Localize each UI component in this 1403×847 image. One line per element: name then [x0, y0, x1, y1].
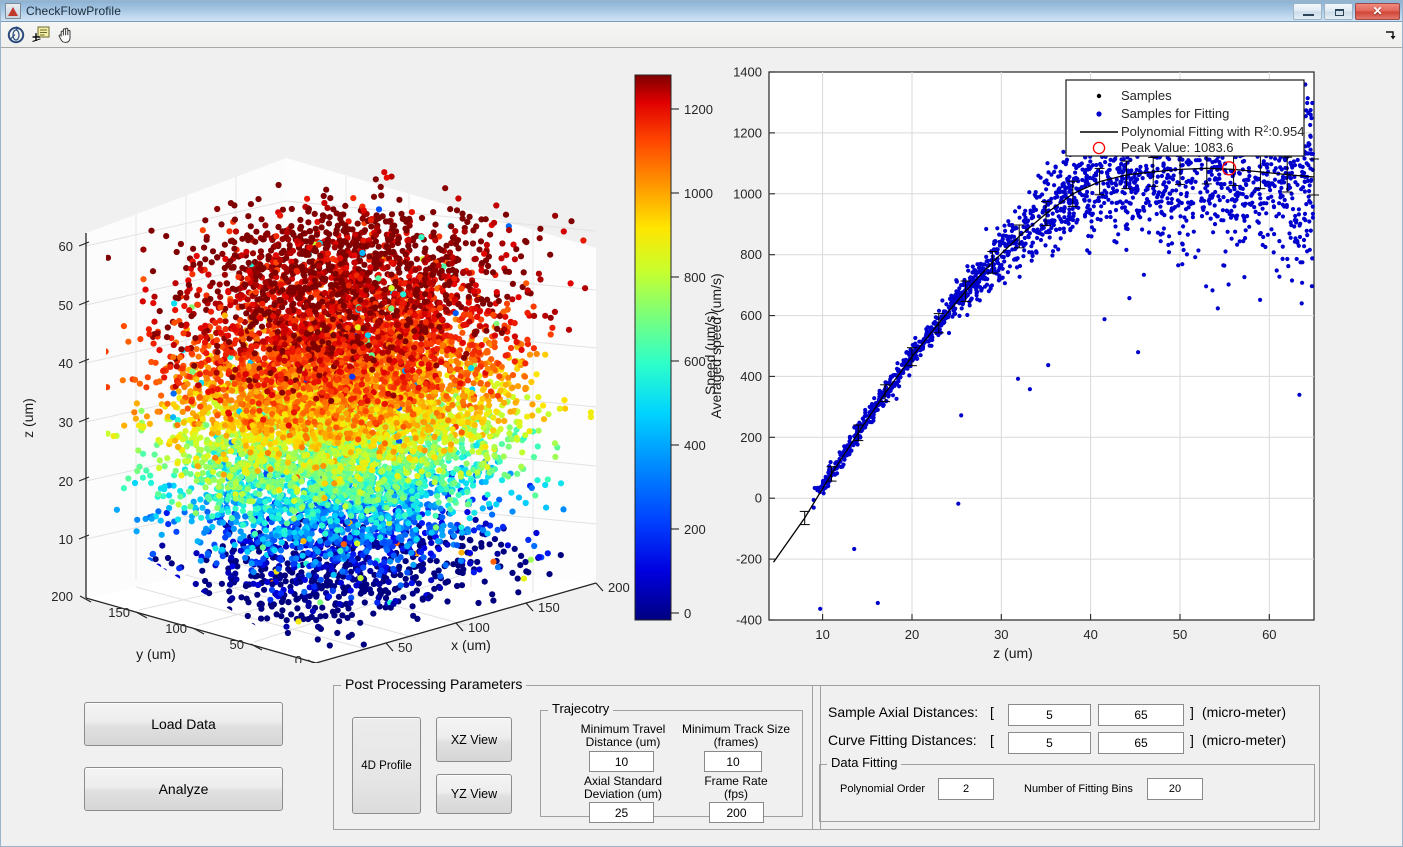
- sample-axial-unit: (micro-meter): [1202, 706, 1286, 719]
- profile-4d-label: 4D Profile: [361, 760, 412, 772]
- sample-bracket-open: [: [990, 706, 994, 719]
- axial-standard-deviation-label: Axial Standard Deviation (um): [567, 775, 679, 801]
- frame-rate-value: 200: [726, 806, 746, 820]
- minimum-travel-distance-input[interactable]: 10: [589, 751, 654, 772]
- window-title: CheckFlowProfile: [26, 4, 121, 18]
- curve-bracket-open: [: [990, 734, 994, 747]
- data-fitting-panel: Data Fitting Polynomial Order 2 Number o…: [819, 764, 1315, 822]
- curve-fitting-min-input[interactable]: 5: [1008, 732, 1091, 754]
- curve-fitting-unit: (micro-meter): [1202, 734, 1286, 747]
- speed-vs-z-chart[interactable]: 102030405060-400-20002004006008001000120…: [701, 58, 1341, 678]
- matlab-icon: [5, 3, 21, 19]
- sample-axial-min-value: 5: [1046, 708, 1053, 722]
- legend-label-samples-fitting: Samples for Fitting: [1121, 106, 1229, 121]
- legend-label-samples: Samples: [1121, 88, 1172, 103]
- axial-standard-deviation-value: 25: [615, 806, 628, 820]
- sample-axial-max-input[interactable]: 65: [1098, 704, 1184, 726]
- minimum-track-size-value: 10: [726, 755, 739, 769]
- sample-bracket-close: ]: [1190, 706, 1194, 719]
- minimize-icon: [1303, 14, 1314, 16]
- load-data-button[interactable]: Load Data: [84, 702, 283, 746]
- maximize-icon: [1335, 9, 1344, 16]
- client-area: 10 20 30 40 50 60 z (um): [1, 48, 1403, 847]
- rotate-3d-icon[interactable]: [4, 23, 28, 46]
- profile-3d-chart[interactable]: 10 20 30 40 50 60 z (um): [11, 63, 631, 653]
- polynomial-order-value: 2: [963, 783, 969, 795]
- toolbar: [1, 22, 1403, 48]
- post-processing-title: Post Processing Parameters: [341, 676, 526, 692]
- axial-standard-deviation-input[interactable]: 25: [589, 802, 654, 823]
- profile-4d-button[interactable]: 4D Profile: [352, 717, 421, 814]
- xz-view-label: XZ View: [451, 733, 497, 747]
- analyze-label: Analyze: [159, 781, 209, 797]
- polynomial-order-label: Polynomial Order: [840, 783, 925, 796]
- fitting-bins-input[interactable]: 20: [1147, 778, 1203, 800]
- pan-hand-icon[interactable]: [54, 23, 78, 46]
- frame-rate-label: Frame Rate (fps): [681, 775, 791, 801]
- post-processing-panel: Post Processing Parameters 4D Profile XZ…: [333, 685, 821, 830]
- application-window: CheckFlowProfile ✕: [0, 0, 1403, 847]
- minimum-travel-distance-label: Minimum Travel Distance (um): [567, 723, 679, 749]
- minimum-track-size-label: Minimum Track Size (frames): [675, 723, 797, 749]
- data-cursor-icon[interactable]: [29, 23, 53, 46]
- trajectory-panel: Trajecotry Minimum Travel Distance (um) …: [540, 710, 803, 817]
- y-axis-title: Averaged speed (um/s): [708, 273, 724, 418]
- window-controls: ✕: [1293, 3, 1400, 20]
- xz-view-button[interactable]: XZ View: [436, 717, 512, 762]
- fitting-bins-label: Number of Fitting Bins: [1024, 783, 1133, 796]
- close-button[interactable]: ✕: [1355, 3, 1400, 20]
- toolbar-overflow-icon[interactable]: [1382, 26, 1400, 44]
- trajectory-title: Trajecotry: [548, 701, 613, 716]
- curve-fitting-distances-label: Curve Fitting Distances:: [828, 734, 977, 747]
- polynomial-order-input[interactable]: 2: [938, 778, 994, 800]
- sample-axial-min-input[interactable]: 5: [1008, 704, 1091, 726]
- yz-view-label: YZ View: [451, 787, 497, 801]
- maximize-button[interactable]: [1324, 3, 1353, 20]
- yz-view-button[interactable]: YZ View: [436, 774, 512, 814]
- analyze-button[interactable]: Analyze: [84, 767, 283, 811]
- minimize-button[interactable]: [1293, 3, 1322, 20]
- curve-fitting-max-input[interactable]: 65: [1098, 732, 1184, 754]
- curve-fitting-max-value: 65: [1134, 736, 1147, 750]
- legend-label-peak: Peak Value: 1083.6: [1121, 140, 1234, 155]
- curve-fitting-min-value: 5: [1046, 736, 1053, 750]
- frame-rate-input[interactable]: 200: [709, 802, 764, 823]
- sample-axial-max-value: 65: [1134, 708, 1147, 722]
- legend-label-poly-fit: Polynomial Fitting with R2:0.954: [1121, 124, 1305, 139]
- data-fitting-title: Data Fitting: [827, 755, 901, 770]
- close-icon: ✕: [1356, 4, 1399, 19]
- fitting-parameters-panel: Sample Axial Distances: [ 5 65 ] (micro-…: [812, 685, 1320, 830]
- fitting-bins-value: 20: [1169, 783, 1181, 795]
- z-axis-ticks: 10 20 30 40 50 60 z (um): [20, 239, 89, 547]
- load-data-label: Load Data: [151, 716, 216, 732]
- chart-legend: Samples Samples for Fitting Polynomial F…: [1066, 80, 1305, 156]
- curve-bracket-close: ]: [1190, 734, 1194, 747]
- title-bar: CheckFlowProfile ✕: [1, 1, 1403, 22]
- minimum-travel-distance-value: 10: [615, 755, 628, 769]
- minimum-track-size-input[interactable]: 10: [704, 751, 762, 772]
- x-axis-title: z (um): [993, 645, 1033, 661]
- sample-axial-distances-label: Sample Axial Distances:: [828, 706, 978, 719]
